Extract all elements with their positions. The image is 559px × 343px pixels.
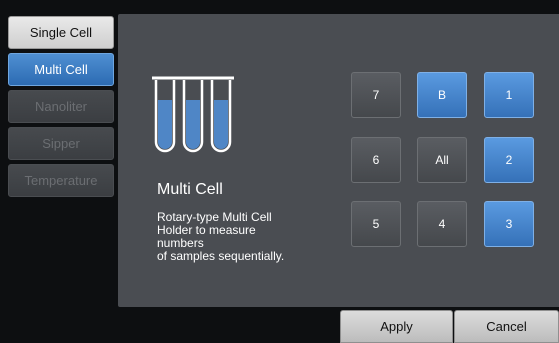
- sidebar-item-multi-cell[interactable]: Multi Cell: [8, 53, 114, 86]
- sidebar-item-sipper[interactable]: Sipper: [8, 127, 114, 160]
- application-window: Single Cell Multi Cell Nanoliter Sipper …: [0, 0, 559, 343]
- position-all-button[interactable]: All: [417, 137, 467, 183]
- test-tubes-icon: [152, 76, 234, 158]
- position-1-button[interactable]: 1: [484, 72, 534, 118]
- position-3-button[interactable]: 3: [484, 201, 534, 247]
- mode-title: Multi Cell: [157, 181, 223, 198]
- position-7-button[interactable]: 7: [351, 72, 401, 118]
- sidebar-item-nanoliter[interactable]: Nanoliter: [8, 90, 114, 123]
- position-6-button[interactable]: 6: [351, 137, 401, 183]
- position-2-button[interactable]: 2: [484, 137, 534, 183]
- mode-description: Rotary-type Multi Cell Holder to measure…: [157, 210, 285, 263]
- position-b-button[interactable]: B: [417, 72, 467, 118]
- position-5-button[interactable]: 5: [351, 201, 401, 247]
- cancel-button[interactable]: Cancel: [454, 310, 559, 343]
- sidebar-item-single-cell[interactable]: Single Cell: [8, 16, 114, 49]
- sidebar-item-temperature[interactable]: Temperature: [8, 164, 114, 197]
- apply-button[interactable]: Apply: [340, 310, 453, 343]
- position-4-button[interactable]: 4: [417, 201, 467, 247]
